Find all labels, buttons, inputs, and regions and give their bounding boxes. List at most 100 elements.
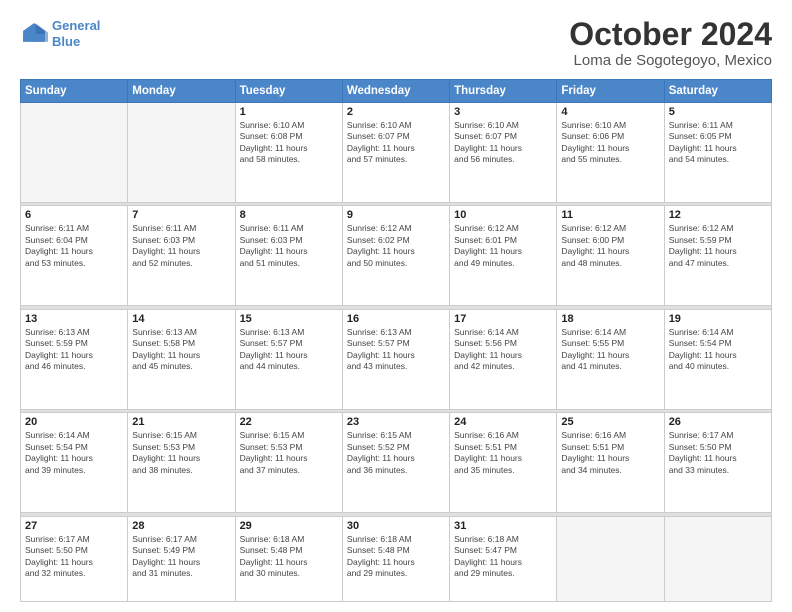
day-number: 28	[132, 520, 230, 532]
day-info: Sunrise: 6:12 AM Sunset: 6:01 PM Dayligh…	[454, 223, 552, 269]
location: Loma de Sogotegoyo, Mexico	[569, 52, 772, 69]
day-number: 15	[240, 313, 338, 325]
day-info: Sunrise: 6:15 AM Sunset: 5:52 PM Dayligh…	[347, 430, 445, 476]
table-row: 1Sunrise: 6:10 AM Sunset: 6:08 PM Daylig…	[235, 103, 342, 203]
day-number: 6	[25, 209, 123, 221]
table-row: 17 Sunrise: 6:14 AM Sunset: 5:56 PM Dayli…	[450, 309, 557, 409]
day-info: Sunrise: 6:13 AM Sunset: 5:57 PM Dayligh…	[347, 327, 445, 373]
table-row: 4Sunrise: 6:10 AM Sunset: 6:06 PM Daylig…	[557, 103, 664, 203]
day-number: 5	[669, 106, 767, 118]
table-row: 22 Sunrise: 6:15 AM Sunset: 5:53 PM Dayli…	[235, 413, 342, 513]
table-row	[21, 103, 128, 203]
day-number: 2	[347, 106, 445, 118]
page: General Blue October 2024 Loma de Sogote…	[0, 0, 792, 612]
calendar-week-row: 13Sunrise: 6:13 AM Sunset: 5:59 PM Dayli…	[21, 309, 772, 409]
table-row: 9 Sunrise: 6:12 AM Sunset: 6:02 PM Daylig…	[342, 206, 449, 306]
table-row: 21 Sunrise: 6:15 AM Sunset: 5:53 PM Dayli…	[128, 413, 235, 513]
table-row	[557, 516, 664, 601]
col-monday: Monday	[128, 80, 235, 103]
table-row: 6 Sunrise: 6:11 AM Sunset: 6:04 PM Daylig…	[21, 206, 128, 306]
day-number: 31	[454, 520, 552, 532]
table-row: 12 Sunrise: 6:12 AM Sunset: 5:59 PM Dayli…	[664, 206, 771, 306]
day-number: 17	[454, 313, 552, 325]
table-row: 24 Sunrise: 6:16 AM Sunset: 5:51 PM Dayli…	[450, 413, 557, 513]
day-info: Sunrise: 6:10 AM Sunset: 6:07 PM Dayligh…	[347, 120, 445, 166]
day-info: Sunrise: 6:17 AM Sunset: 5:50 PM Dayligh…	[669, 430, 767, 476]
day-number: 24	[454, 416, 552, 428]
col-saturday: Saturday	[664, 80, 771, 103]
day-info: Sunrise: 6:18 AM Sunset: 5:48 PM Dayligh…	[347, 534, 445, 580]
day-number: 26	[669, 416, 767, 428]
col-friday: Friday	[557, 80, 664, 103]
col-tuesday: Tuesday	[235, 80, 342, 103]
calendar-week-row: 27Sunrise: 6:17 AM Sunset: 5:50 PM Dayli…	[21, 516, 772, 601]
day-number: 11	[561, 209, 659, 221]
day-number: 8	[240, 209, 338, 221]
table-row: 14 Sunrise: 6:13 AM Sunset: 5:58 PM Dayli…	[128, 309, 235, 409]
table-row: 26 Sunrise: 6:17 AM Sunset: 5:50 PM Dayli…	[664, 413, 771, 513]
table-row: 5 Sunrise: 6:11 AM Sunset: 6:05 PM Daylig…	[664, 103, 771, 203]
table-row: 27Sunrise: 6:17 AM Sunset: 5:50 PM Dayli…	[21, 516, 128, 601]
table-row: 11Sunrise: 6:12 AM Sunset: 6:00 PM Dayli…	[557, 206, 664, 306]
day-info: Sunrise: 6:16 AM Sunset: 5:51 PM Dayligh…	[454, 430, 552, 476]
day-number: 4	[561, 106, 659, 118]
day-number: 21	[132, 416, 230, 428]
logo: General Blue	[20, 18, 100, 49]
day-info: Sunrise: 6:10 AM Sunset: 6:08 PM Dayligh…	[240, 120, 338, 166]
day-info: Sunrise: 6:15 AM Sunset: 5:53 PM Dayligh…	[132, 430, 230, 476]
day-number: 18	[561, 313, 659, 325]
day-info: Sunrise: 6:16 AM Sunset: 5:51 PM Dayligh…	[561, 430, 659, 476]
logo-icon	[20, 20, 48, 48]
day-info: Sunrise: 6:17 AM Sunset: 5:49 PM Dayligh…	[132, 534, 230, 580]
table-row: 29 Sunrise: 6:18 AM Sunset: 5:48 PM Dayli…	[235, 516, 342, 601]
day-info: Sunrise: 6:11 AM Sunset: 6:05 PM Dayligh…	[669, 120, 767, 166]
day-info: Sunrise: 6:11 AM Sunset: 6:03 PM Dayligh…	[132, 223, 230, 269]
day-info: Sunrise: 6:13 AM Sunset: 5:57 PM Dayligh…	[240, 327, 338, 373]
table-row: 28 Sunrise: 6:17 AM Sunset: 5:49 PM Dayli…	[128, 516, 235, 601]
calendar-header-row: Sunday Monday Tuesday Wednesday Thursday…	[21, 80, 772, 103]
day-number: 20	[25, 416, 123, 428]
day-info: Sunrise: 6:14 AM Sunset: 5:56 PM Dayligh…	[454, 327, 552, 373]
day-number: 10	[454, 209, 552, 221]
table-row	[128, 103, 235, 203]
table-row: 16Sunrise: 6:13 AM Sunset: 5:57 PM Dayli…	[342, 309, 449, 409]
col-thursday: Thursday	[450, 80, 557, 103]
day-info: Sunrise: 6:14 AM Sunset: 5:54 PM Dayligh…	[669, 327, 767, 373]
day-info: Sunrise: 6:15 AM Sunset: 5:53 PM Dayligh…	[240, 430, 338, 476]
calendar-body: 1Sunrise: 6:10 AM Sunset: 6:08 PM Daylig…	[21, 103, 772, 602]
day-number: 14	[132, 313, 230, 325]
day-info: Sunrise: 6:12 AM Sunset: 5:59 PM Dayligh…	[669, 223, 767, 269]
table-row: 31 Sunrise: 6:18 AM Sunset: 5:47 PM Dayli…	[450, 516, 557, 601]
day-number: 12	[669, 209, 767, 221]
day-number: 29	[240, 520, 338, 532]
day-number: 22	[240, 416, 338, 428]
table-row: 8 Sunrise: 6:11 AM Sunset: 6:03 PM Daylig…	[235, 206, 342, 306]
calendar-week-row: 6 Sunrise: 6:11 AM Sunset: 6:04 PM Daylig…	[21, 206, 772, 306]
day-info: Sunrise: 6:11 AM Sunset: 6:04 PM Dayligh…	[25, 223, 123, 269]
day-info: Sunrise: 6:12 AM Sunset: 6:02 PM Dayligh…	[347, 223, 445, 269]
table-row: 15 Sunrise: 6:13 AM Sunset: 5:57 PM Dayli…	[235, 309, 342, 409]
day-number: 19	[669, 313, 767, 325]
table-row: 25Sunrise: 6:16 AM Sunset: 5:51 PM Dayli…	[557, 413, 664, 513]
table-row: 7 Sunrise: 6:11 AM Sunset: 6:03 PM Daylig…	[128, 206, 235, 306]
day-info: Sunrise: 6:13 AM Sunset: 5:58 PM Dayligh…	[132, 327, 230, 373]
table-row: 18Sunrise: 6:14 AM Sunset: 5:55 PM Dayli…	[557, 309, 664, 409]
table-row: 13Sunrise: 6:13 AM Sunset: 5:59 PM Dayli…	[21, 309, 128, 409]
day-info: Sunrise: 6:14 AM Sunset: 5:54 PM Dayligh…	[25, 430, 123, 476]
table-row: 23 Sunrise: 6:15 AM Sunset: 5:52 PM Dayli…	[342, 413, 449, 513]
day-info: Sunrise: 6:18 AM Sunset: 5:47 PM Dayligh…	[454, 534, 552, 580]
day-number: 23	[347, 416, 445, 428]
day-info: Sunrise: 6:13 AM Sunset: 5:59 PM Dayligh…	[25, 327, 123, 373]
day-number: 7	[132, 209, 230, 221]
table-row: 3Sunrise: 6:10 AM Sunset: 6:07 PM Daylig…	[450, 103, 557, 203]
table-row	[664, 516, 771, 601]
day-number: 27	[25, 520, 123, 532]
day-info: Sunrise: 6:18 AM Sunset: 5:48 PM Dayligh…	[240, 534, 338, 580]
calendar-week-row: 20 Sunrise: 6:14 AM Sunset: 5:54 PM Dayli…	[21, 413, 772, 513]
day-number: 9	[347, 209, 445, 221]
table-row: 2 Sunrise: 6:10 AM Sunset: 6:07 PM Daylig…	[342, 103, 449, 203]
table-row: 20 Sunrise: 6:14 AM Sunset: 5:54 PM Dayli…	[21, 413, 128, 513]
header: General Blue October 2024 Loma de Sogote…	[20, 18, 772, 69]
logo-line1: General	[52, 18, 100, 33]
day-info: Sunrise: 6:11 AM Sunset: 6:03 PM Dayligh…	[240, 223, 338, 269]
